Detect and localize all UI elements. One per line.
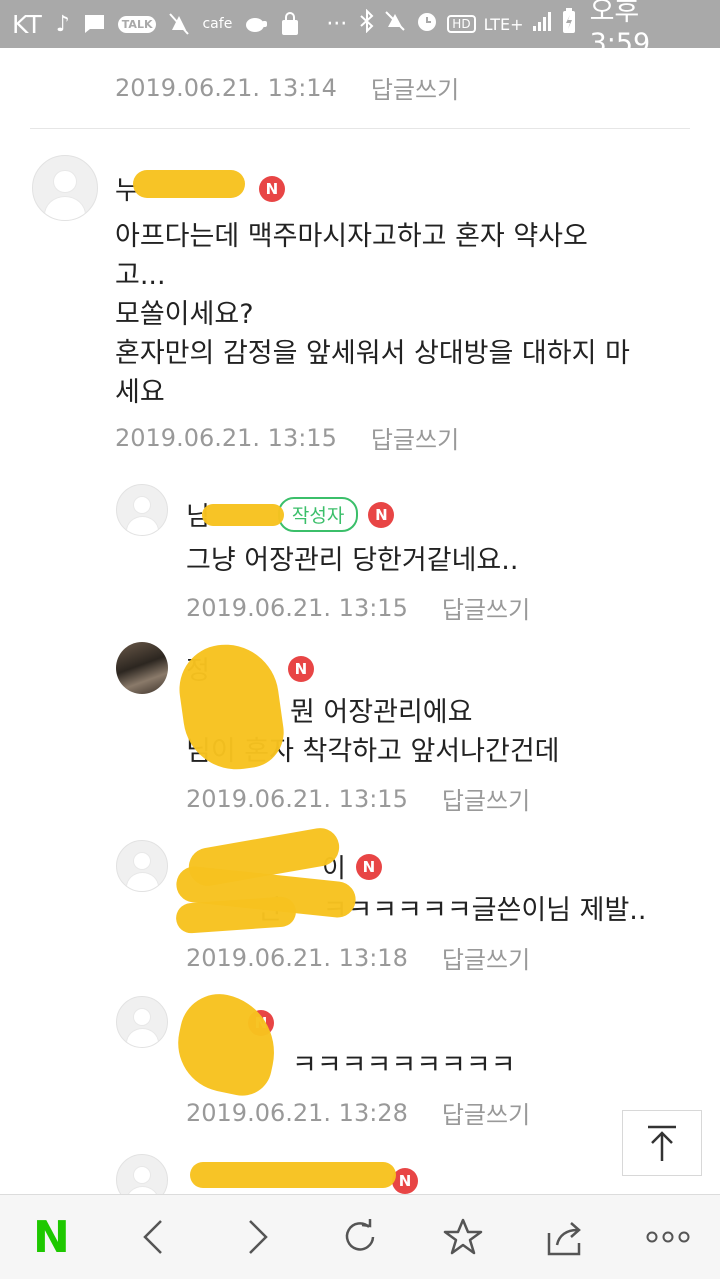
comment-date: 2019.06.21. 13:15 [186, 593, 408, 622]
avatar[interactable] [116, 996, 168, 1048]
more-notifications-icon: ··· [326, 11, 348, 37]
reply-meta: 2019.06.21. 13:15 답글쓰기 [186, 590, 686, 625]
divider [30, 128, 690, 129]
avatar[interactable] [116, 484, 168, 536]
cafe-icon: cafe [202, 16, 233, 32]
chevron-left-icon [143, 1220, 163, 1254]
status-bar: KT ♪ TALK cafe ··· HD LTE+ 오후 3:59 [0, 0, 720, 59]
vibrate-icon [383, 9, 407, 39]
share-button[interactable] [531, 1202, 601, 1272]
comment-meta: 2019.06.21. 13:15 답글쓰기 [115, 420, 695, 455]
naver-logo: N [33, 1211, 70, 1263]
battery-icon [562, 8, 576, 40]
avatar[interactable] [116, 1154, 168, 1194]
share-icon [547, 1222, 581, 1256]
comment-line: 세요 [115, 377, 165, 408]
comment-body: 아프다는데 맥주마시자고하고 혼자 약사오 고... 모쏠이세요? 혼자만의 감… [115, 217, 695, 412]
muted-icon [168, 12, 190, 36]
reply-button[interactable]: 답글쓰기 [371, 420, 459, 455]
chevron-right-icon [249, 1220, 268, 1254]
redaction-scribble [190, 1162, 396, 1188]
reply-meta: 2019.06.21. 13:15 답글쓰기 [186, 781, 686, 816]
back-button[interactable] [119, 1202, 189, 1272]
reply-button[interactable]: 답글쓰기 [371, 70, 459, 105]
arrow-up-icon [648, 1125, 676, 1161]
talk-icon: TALK [117, 15, 157, 33]
comment: 누 N 아프다는데 맥주마시자고하고 혼자 약사오 고... 모쏠이세요? 혼자… [115, 170, 695, 455]
forward-button[interactable] [222, 1202, 292, 1272]
prev-comment-text [115, 48, 459, 62]
alarm-icon [415, 9, 439, 39]
shopping-bag-icon [280, 12, 300, 36]
music-note-icon: ♪ [55, 11, 70, 37]
naver-home-button[interactable]: N [16, 1202, 86, 1272]
comment-line: 아프다는데 맥주마시자고하고 혼자 약사오 [115, 221, 588, 252]
comment-date: 2019.06.21. 13:14 [115, 73, 337, 102]
reply-button[interactable]: 답글쓰기 [442, 781, 530, 816]
lte-label: LTE+ [483, 14, 524, 34]
naver-n-badge: N [368, 501, 395, 528]
talk-badge: TALK [117, 15, 157, 33]
reply-button[interactable]: 답글쓰기 [442, 590, 530, 625]
bluetooth-icon [359, 8, 375, 39]
reply-meta: 2019.06.21. 13:28 답글쓰기 [186, 1095, 686, 1130]
comment-date: 2019.06.21. 13:18 [186, 943, 408, 972]
naver-n-badge: N [392, 1168, 418, 1194]
avatar[interactable] [116, 642, 168, 694]
redaction-scribble [202, 504, 284, 526]
comment-list[interactable]: 2019.06.21. 13:14 답글쓰기 누 N 아프다는데 맥주마시자고하… [0, 48, 720, 1194]
hd-icon: HD [447, 15, 476, 33]
signal-icon [532, 10, 554, 38]
comment-line: 혼자만의 감정을 앞세워서 상대방을 대하지 마 [115, 338, 630, 369]
comment-date: 2019.06.21. 13:15 [115, 423, 337, 452]
bottom-navigation: N [0, 1194, 720, 1279]
avatar[interactable] [32, 155, 98, 221]
reply-text: ㅋㅋㅋㅋㅋㅋ글쓴이님 제발.. [322, 895, 647, 926]
refresh-button[interactable] [325, 1202, 395, 1272]
comment-line: 고... [115, 260, 166, 291]
scroll-to-top-button[interactable] [622, 1110, 702, 1176]
comment-date: 2019.06.21. 13:15 [186, 784, 408, 813]
prev-comment-meta: 2019.06.21. 13:14 답글쓰기 [115, 70, 459, 105]
naver-n-badge: N [355, 853, 382, 880]
prev-comment: 2019.06.21. 13:14 답글쓰기 [115, 48, 459, 105]
redaction-scribble [133, 170, 245, 198]
refresh-icon [345, 1219, 375, 1251]
more-button[interactable] [633, 1202, 703, 1272]
star-icon [443, 1218, 483, 1255]
comment-line: 모쏠이세요? [115, 299, 254, 330]
writer-badge: 작성자 [277, 497, 359, 532]
naver-n-badge: N [287, 655, 314, 682]
bookmark-button[interactable] [428, 1202, 498, 1272]
naver-n-badge: N [258, 175, 285, 202]
reply-body: 그냥 어장관리 당한거같네요.. [186, 545, 519, 576]
message-icon [82, 13, 106, 35]
reply-button[interactable]: 답글쓰기 [442, 1095, 530, 1130]
reply-button[interactable]: 답글쓰기 [442, 940, 530, 975]
carrier-label: KT [12, 9, 42, 39]
coffee-icon [244, 13, 268, 35]
comment-date: 2019.06.21. 13:28 [186, 1098, 408, 1127]
avatar[interactable] [116, 840, 168, 892]
more-dots-icon [646, 1231, 690, 1243]
reply-meta: 2019.06.21. 13:18 답글쓰기 [186, 940, 686, 975]
